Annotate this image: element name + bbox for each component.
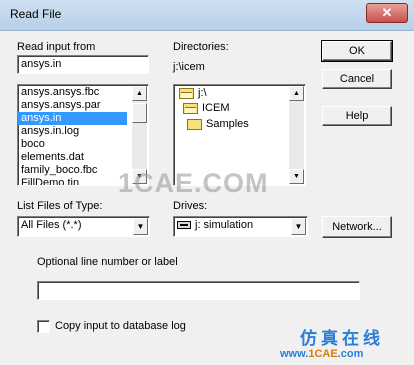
drives-value: j: simulation: [195, 219, 254, 231]
drive-icon: [177, 221, 191, 230]
optional-input[interactable]: [37, 281, 360, 300]
file-list-item[interactable]: boco: [18, 138, 148, 151]
cancel-button[interactable]: Cancel: [322, 69, 392, 89]
file-list-item[interactable]: ansys.ansys.par: [18, 99, 148, 112]
scroll-thumb[interactable]: [132, 103, 147, 123]
network-button[interactable]: Network...: [322, 216, 392, 238]
filename-input[interactable]: ansys.in: [17, 55, 149, 74]
directories-label: Directories:: [173, 41, 229, 53]
dropdown-button[interactable]: ▼: [133, 218, 148, 235]
copy-input-checkbox[interactable]: [37, 320, 50, 333]
optional-label: Optional line number or label: [37, 256, 178, 268]
watermark-cn: 仿真在线: [300, 329, 384, 349]
file-list-item[interactable]: ansys.in.log: [18, 125, 148, 138]
dir-item-samples[interactable]: Samples: [187, 118, 249, 130]
watermark-url: www.1CAE.com: [280, 348, 364, 360]
read-file-dialog: Read File ✕ Read input from ansys.in ans…: [0, 0, 414, 365]
arrow-down-icon: ▼: [293, 173, 300, 180]
scroll-up-button[interactable]: ▲: [132, 86, 147, 101]
scroll-down-button[interactable]: ▼: [289, 169, 304, 184]
dropdown-button[interactable]: ▼: [291, 218, 306, 235]
arrow-up-icon: ▲: [293, 90, 300, 97]
dir-item-root[interactable]: j:\: [179, 87, 207, 99]
directory-scrollbar[interactable]: ▲ ▼: [289, 86, 304, 184]
scroll-up-button[interactable]: ▲: [289, 86, 304, 101]
help-button[interactable]: Help: [322, 106, 392, 126]
watermark-text: 1CAE.COM: [118, 168, 269, 198]
current-path: j:\icem: [173, 61, 205, 73]
file-type-value: All Files (*.*): [21, 219, 82, 231]
drives-select[interactable]: j: simulation ▼: [173, 216, 308, 237]
file-list-item[interactable]: ansys.in: [18, 112, 127, 125]
chevron-down-icon: ▼: [294, 222, 303, 231]
filename-value: ansys.in: [21, 58, 62, 70]
read-input-label: Read input from: [17, 41, 96, 53]
close-icon: ✕: [381, 5, 393, 20]
folder-icon: [187, 118, 202, 130]
file-type-select[interactable]: All Files (*.*) ▼: [17, 216, 150, 237]
dialog-title: Read File: [10, 7, 62, 21]
file-list-item[interactable]: ansys.ansys.fbc: [18, 86, 148, 99]
copy-input-label: Copy input to database log: [55, 320, 186, 332]
drives-label: Drives:: [173, 200, 208, 212]
arrow-up-icon: ▲: [136, 90, 143, 97]
open-folder-icon: [179, 87, 194, 99]
close-button[interactable]: ✕: [366, 3, 408, 23]
open-folder-icon: [183, 102, 198, 114]
ok-button[interactable]: OK: [321, 40, 393, 62]
title-bar[interactable]: Read File ✕: [0, 0, 414, 31]
dir-item-icem[interactable]: ICEM: [183, 102, 230, 114]
file-list-item[interactable]: elements.dat: [18, 151, 148, 164]
file-type-label: List Files of Type:: [17, 200, 103, 212]
chevron-down-icon: ▼: [136, 222, 145, 231]
